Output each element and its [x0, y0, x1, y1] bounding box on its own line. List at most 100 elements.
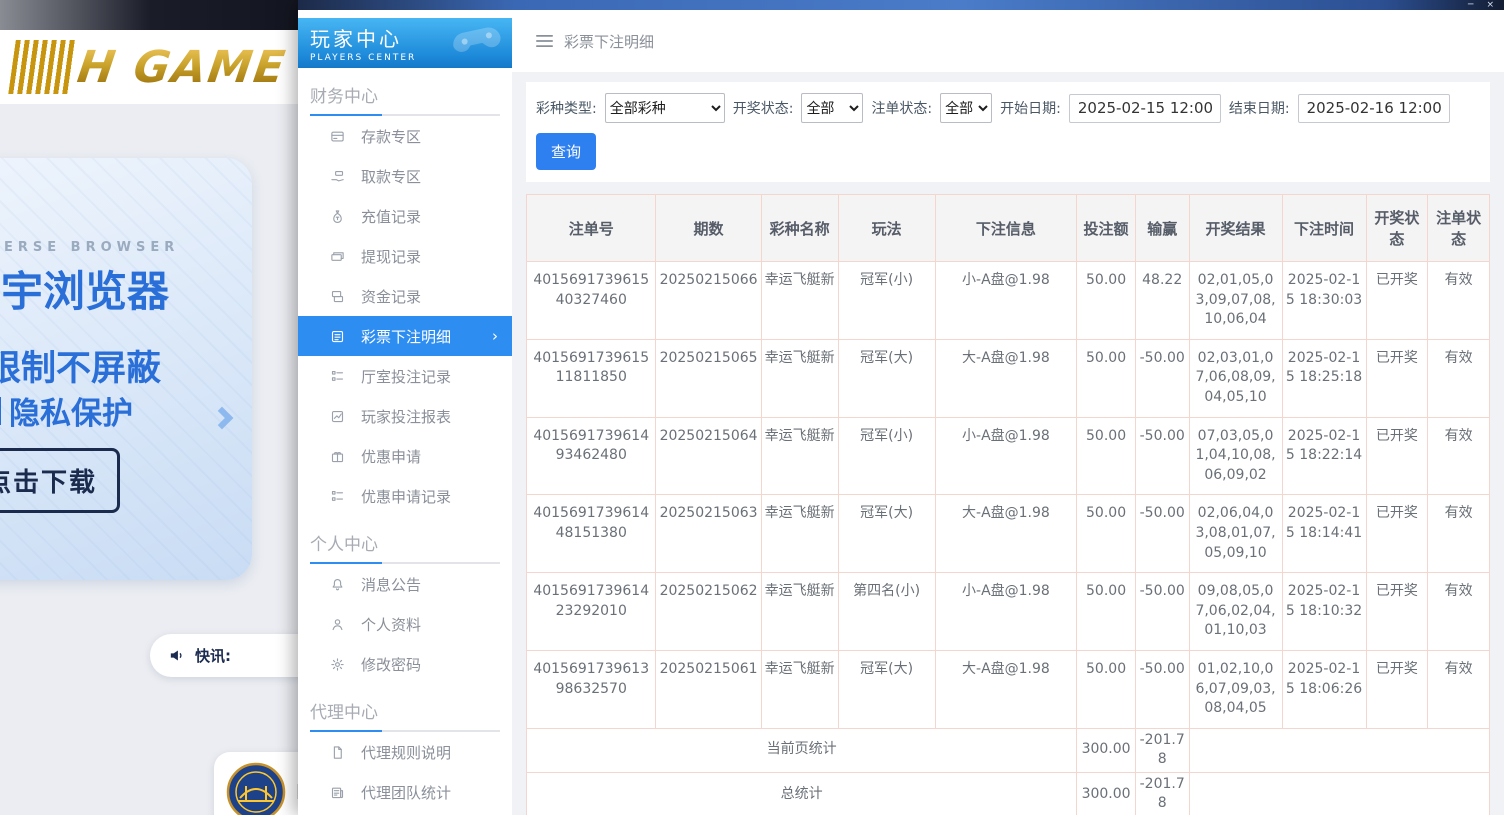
table-cell: 小-A盘@1.98: [935, 573, 1077, 651]
table-cell: 冠军(小): [838, 262, 935, 340]
table-cell: 20250215064: [656, 417, 761, 495]
table-cell: 20250215061: [656, 650, 761, 728]
sidebar-section-header: 个人中心: [310, 530, 500, 564]
summary-empty-cell: [1189, 772, 1490, 815]
sidebar-item-bell[interactable]: 消息公告: [298, 564, 512, 604]
chevron-right-icon: [211, 407, 234, 430]
table-cell: 大-A盘@1.98: [935, 650, 1077, 728]
draw-status-select[interactable]: 全部: [801, 93, 863, 123]
nba-team-logo-icon: [226, 762, 286, 815]
table-row: 40156917396151181185020250215065幸运飞艇新冠军(…: [527, 339, 1490, 417]
table-cell: 有效: [1428, 262, 1490, 340]
table-cell: -50.00: [1135, 573, 1189, 651]
table-row: 40156917396154032746020250215066幸运飞艇新冠军(…: [527, 262, 1490, 340]
column-header: 彩种名称: [761, 195, 838, 262]
summary-winloss-total: -201.78: [1135, 728, 1189, 772]
table-cell: 小-A盘@1.98: [935, 417, 1077, 495]
hamburger-menu-icon[interactable]: [536, 34, 553, 48]
table-row: 40156917396142329201020250215062幸运飞艇新第四名…: [527, 573, 1490, 651]
summary-row: 总统计300.00-201.78: [527, 772, 1490, 815]
table-cell: 2025-02-15 18:25:18: [1282, 339, 1366, 417]
table-cell: 401569173961493462480: [527, 417, 656, 495]
table-cell: 2025-02-15 18:10:32: [1282, 573, 1366, 651]
promo-banner[interactable]: ERSE BROWSER 宇浏览器 限制不屏蔽 隐私保护 点击下载: [0, 158, 252, 580]
table-cell: 大-A盘@1.98: [935, 339, 1077, 417]
table-cell: 冠军(小): [838, 417, 935, 495]
column-header: 开奖结果: [1189, 195, 1282, 262]
popup-title-bar: ─ ×: [298, 0, 1504, 10]
table-cell: 401569173961511811850: [527, 339, 656, 417]
table-cell: 2025-02-15 18:22:14: [1282, 417, 1366, 495]
screen: H GAME ERSE BROWSER 宇浏览器 限制不屏蔽 隐私保护 点击下载…: [0, 0, 1504, 815]
summary-label: 总统计: [527, 772, 1077, 815]
order-status-select[interactable]: 全部: [940, 93, 992, 123]
speaker-icon: [167, 647, 186, 664]
column-header: 下注信息: [935, 195, 1077, 262]
table-cell: 已开奖: [1366, 573, 1428, 651]
column-header: 开奖状态: [1366, 195, 1428, 262]
query-button[interactable]: 查询: [536, 133, 596, 170]
table-cell: 已开奖: [1366, 495, 1428, 573]
ticker-label: 快讯:: [195, 645, 231, 666]
funds-notes-icon: [330, 289, 345, 304]
withdraw-hand-icon: [330, 169, 345, 184]
lottery-type-label: 彩种类型:: [536, 98, 597, 118]
sidebar-item-withdraw-hand[interactable]: 取款专区: [298, 156, 512, 196]
page-title: 彩票下注明细: [564, 31, 654, 52]
sidebar-item-promo-list[interactable]: 优惠申请记录: [298, 476, 512, 516]
logo-stripes-icon: [8, 40, 78, 94]
table-cell: 401569173961398632570: [527, 650, 656, 728]
sidebar-item-person[interactable]: 个人资料: [298, 604, 512, 644]
table-cell: -50.00: [1135, 417, 1189, 495]
sidebar-item-deposit-card[interactable]: 存款专区: [298, 116, 512, 156]
sidebar-item-bet-detail[interactable]: 彩票下注明细 ›: [298, 316, 512, 356]
sidebar-item-promo-gift[interactable]: 优惠申请: [298, 436, 512, 476]
table-cell: 有效: [1428, 495, 1490, 573]
table-cell: 02,03,01,07,06,08,09,04,05,10: [1189, 339, 1282, 417]
table-cell: 已开奖: [1366, 339, 1428, 417]
bets-table: 注单号期数彩种名称玩法下注信息投注额输赢开奖结果下注时间开奖状态注单状态4015…: [526, 194, 1490, 815]
banner-title: 宇浏览器: [1, 258, 169, 319]
table-row: 40156917396144815138020250215063幸运飞艇新冠军(…: [527, 495, 1490, 573]
minimize-icon[interactable]: ─: [1468, 1, 1473, 10]
table-cell: 已开奖: [1366, 650, 1428, 728]
close-icon[interactable]: ×: [1486, 1, 1494, 10]
sidebar-item-gear[interactable]: 修改密码: [298, 644, 512, 684]
sidebar-item-news[interactable]: 代理团队统计: [298, 772, 512, 812]
sidebar-item-recharge-bag[interactable]: 充值记录: [298, 196, 512, 236]
table-cell: 冠军(大): [838, 495, 935, 573]
order-status-label: 注单状态:: [871, 98, 932, 118]
brand-logo[interactable]: H GAME: [8, 40, 290, 94]
withdraw-wallet-icon: [330, 249, 345, 264]
start-date-input[interactable]: [1069, 94, 1221, 123]
table-cell: 50.00: [1077, 573, 1136, 651]
table-cell: 50.00: [1077, 650, 1136, 728]
draw-status-label: 开奖状态:: [733, 98, 794, 118]
promo-list-icon: [330, 489, 345, 504]
news-icon: [330, 785, 345, 800]
end-date-input[interactable]: [1298, 94, 1450, 123]
table-cell: 已开奖: [1366, 417, 1428, 495]
sidebar-item-doc[interactable]: 代理规则说明: [298, 732, 512, 772]
summary-winloss-total: -201.78: [1135, 772, 1189, 815]
table-cell: 401569173961448151380: [527, 495, 656, 573]
lottery-type-select[interactable]: 全部彩种: [605, 93, 725, 123]
download-button[interactable]: 点击下载: [0, 448, 120, 513]
table-cell: 冠军(大): [838, 650, 935, 728]
table-cell: 幸运飞艇新: [761, 262, 838, 340]
table-cell: 50.00: [1077, 495, 1136, 573]
table-cell: 07,03,05,01,04,10,08,06,09,02: [1189, 417, 1282, 495]
breadcrumb: 彩票下注明细: [512, 10, 1504, 72]
sidebar-item-withdraw-wallet[interactable]: 提现记录: [298, 236, 512, 276]
sidebar-item-report-chart[interactable]: 玩家投注报表: [298, 396, 512, 436]
sidebar-item-funds-notes[interactable]: 资金记录: [298, 276, 512, 316]
summary-row: 当前页统计300.00-201.78: [527, 728, 1490, 772]
table-cell: 已开奖: [1366, 262, 1428, 340]
table-cell: 小-A盘@1.98: [935, 262, 1077, 340]
sidebar-item-hall-list[interactable]: 厅室投注记录: [298, 356, 512, 396]
promo-gift-icon: [330, 449, 345, 464]
column-header: 期数: [656, 195, 761, 262]
table-cell: 有效: [1428, 339, 1490, 417]
column-header: 玩法: [838, 195, 935, 262]
summary-empty-cell: [1189, 728, 1490, 772]
